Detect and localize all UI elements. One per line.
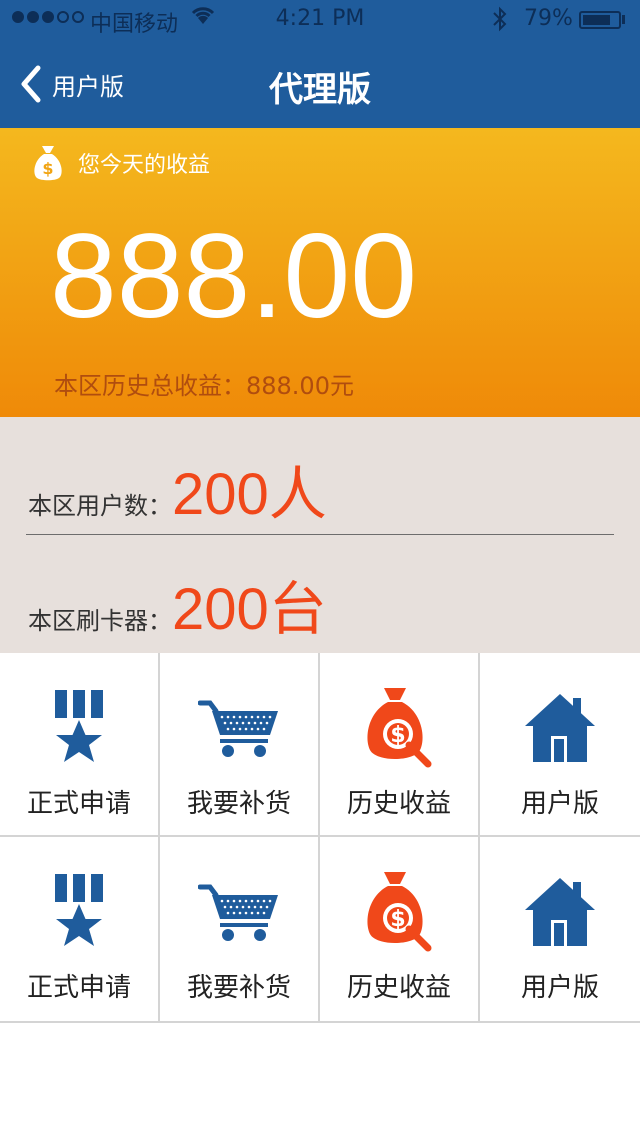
grid-item-shopping-cart[interactable]: 我要补货	[160, 653, 320, 837]
page-title: 代理版	[269, 70, 371, 110]
battery-icon	[579, 11, 621, 29]
navigation-bar: 用户版 代理版	[0, 40, 640, 128]
stats-divider	[26, 534, 614, 535]
house-icon	[515, 867, 605, 957]
money-bag-search-icon: $	[354, 683, 444, 773]
earnings-header: 您今天的收益	[78, 153, 211, 178]
svg-text:$: $	[42, 159, 53, 178]
card-reader-count-value: 200台	[172, 577, 327, 642]
user-count-value: 200人	[172, 462, 327, 527]
grid-item-medal-star[interactable]: 正式申请	[0, 653, 160, 837]
shopping-cart-icon	[194, 683, 284, 773]
grid-item-label: 历史收益	[346, 973, 451, 1003]
action-grid: 正式申请 我要补货 $ 历史收益 用户版 正式申请 我要补货 $ 历史收益 用户版	[0, 653, 640, 1023]
svg-text:$: $	[390, 907, 405, 932]
house-icon	[515, 683, 605, 773]
grid-item-house[interactable]: 用户版	[480, 837, 640, 1021]
medal-star-icon	[34, 683, 124, 773]
grid-item-label: 我要补货	[186, 789, 291, 819]
user-count-label: 本区用户数：	[28, 492, 172, 520]
user-count-stat: 本区用户数： 200人	[28, 447, 327, 531]
status-bar: 中国移动 4:21 PM 79%	[0, 0, 640, 40]
card-reader-count-label: 本区刷卡器：	[28, 607, 172, 635]
grid-item-money-bag-search[interactable]: $ 历史收益	[320, 837, 480, 1021]
earnings-amount: 888.00	[50, 209, 418, 343]
medal-star-icon	[34, 867, 124, 957]
grid-item-label: 用户版	[520, 973, 599, 1003]
svg-text:$: $	[390, 723, 405, 748]
battery-percentage: 79%	[524, 6, 573, 31]
grid-item-label: 正式申请	[26, 973, 131, 1003]
grid-item-money-bag-search[interactable]: $ 历史收益	[320, 653, 480, 837]
stats-panel: 本区用户数： 200人 本区刷卡器： 200台	[0, 417, 640, 653]
grid-item-label: 我要补货	[186, 973, 291, 1003]
grid-item-label: 历史收益	[346, 789, 451, 819]
money-bag-search-icon: $	[354, 867, 444, 957]
bluetooth-icon	[490, 6, 510, 38]
money-bag-icon: $	[34, 146, 62, 181]
card-reader-count-stat: 本区刷卡器： 200台	[28, 562, 327, 646]
grid-item-label: 用户版	[520, 789, 599, 819]
grid-item-house[interactable]: 用户版	[480, 653, 640, 837]
grid-item-shopping-cart[interactable]: 我要补货	[160, 837, 320, 1021]
earnings-history-total: 本区历史总收益：888.00元	[54, 372, 354, 400]
earnings-panel: $ 您今天的收益 888.00 本区历史总收益：888.00元	[0, 128, 640, 417]
grid-item-label: 正式申请	[26, 789, 131, 819]
battery-nub	[622, 15, 625, 24]
grid-item-medal-star[interactable]: 正式申请	[0, 837, 160, 1021]
shopping-cart-icon	[194, 867, 284, 957]
